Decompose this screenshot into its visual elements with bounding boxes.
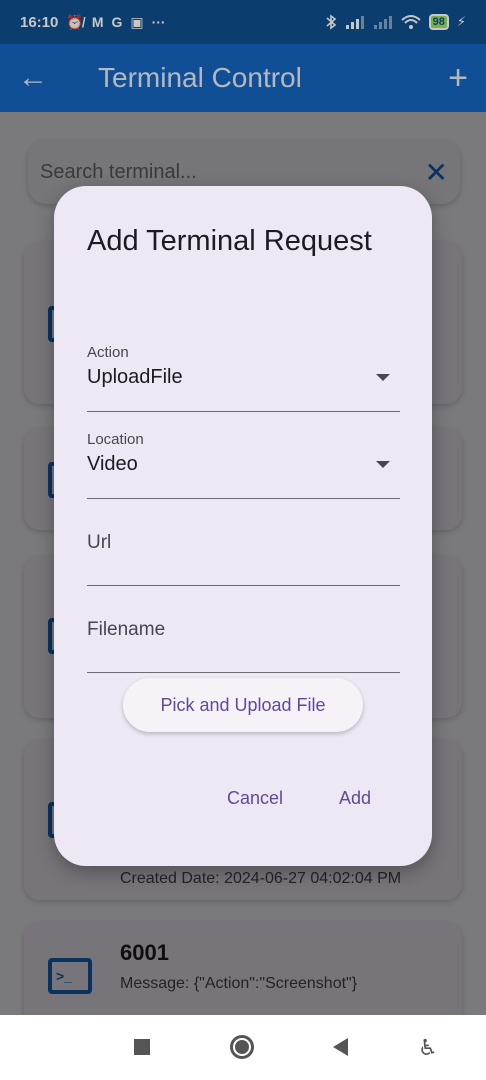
home-dot [235,1040,249,1054]
cancel-button[interactable]: Cancel [227,788,283,809]
location-value: Video [87,453,138,475]
dialog-title: Add Terminal Request [87,225,372,257]
action-label: Action [87,344,129,361]
pick-upload-file-button[interactable]: Pick and Upload File [123,678,363,732]
filename-field[interactable]: Filename [87,597,400,673]
action-dropdown[interactable]: Action UploadFile [87,344,400,412]
back-icon[interactable] [333,1038,348,1056]
action-value: UploadFile [87,366,183,388]
add-terminal-request-dialog: Add Terminal Request Action UploadFile L… [54,186,432,866]
location-dropdown[interactable]: Location Video [87,431,400,499]
recents-icon[interactable] [134,1039,150,1055]
filename-placeholder: Filename [87,619,166,640]
accessibility-icon[interactable]: ♿ [418,1035,438,1061]
system-nav-bar: ♿ [0,1015,486,1080]
top-scrim [0,0,486,112]
dropdown-arrow-icon [376,374,390,381]
dropdown-arrow-icon [376,461,390,468]
location-label: Location [87,431,144,448]
url-placeholder: Url [87,532,112,553]
url-field[interactable]: Url [87,510,400,586]
add-button[interactable]: Add [339,788,371,809]
